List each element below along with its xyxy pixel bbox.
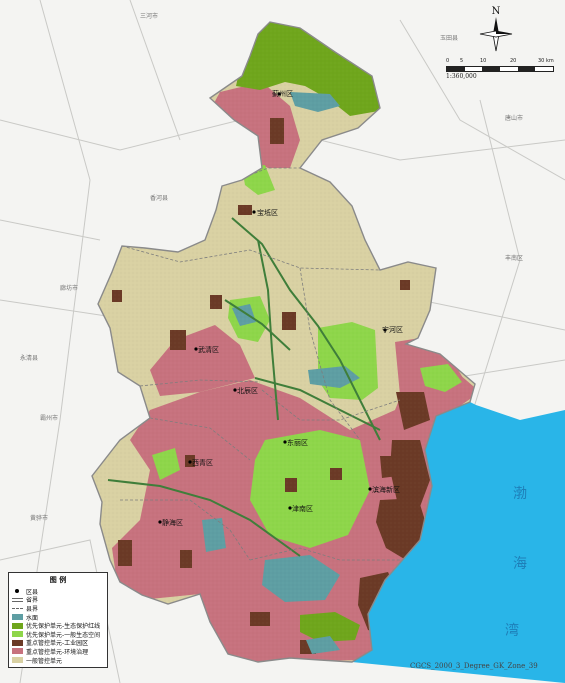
map-frame: 蓟州区 宝坻区 宁河区 武清区 北辰区 东丽区 西青区 津南区 滨海新区 静海区… (0, 0, 565, 683)
district-label-jizhou: 蓟州区 (272, 89, 293, 98)
ecological-redline-swatch (12, 622, 23, 629)
scale-ticks: 0 5 10 20 30 km (446, 58, 554, 66)
legend-item-water: 水面 (12, 613, 104, 622)
legend-title: 图 例 (49, 576, 67, 584)
scale-tick: 20 (510, 58, 517, 64)
sea-label-char-1: 渤 (513, 486, 527, 502)
scale-tick: 10 (480, 58, 487, 64)
industrial-park-swatch (12, 639, 23, 646)
general-ecological-swatch (12, 631, 23, 638)
basemap-label: 丰南区 (505, 254, 523, 262)
dashed-line-icon (12, 605, 23, 611)
legend-item-province-boundary: 省界 (12, 596, 104, 604)
basemap-label: 霸州市 (40, 414, 58, 422)
basemap-label: 唐山市 (505, 114, 523, 122)
sea-label-char-3: 湾 (505, 622, 519, 639)
district-label-beichen: 北辰区 (237, 387, 258, 395)
district-point (252, 210, 256, 214)
legend-label: 一般管控单元 (26, 657, 63, 665)
basemap-label: 廊坊市 (60, 284, 78, 292)
scale-bar: 0 5 10 20 30 km 1:360,000 (446, 58, 554, 80)
scale-tick: 5 (460, 58, 464, 64)
legend-item-ecological-redline: 优先保护单元-生态保护红线 (12, 621, 104, 630)
basemap-label: 三河市 (140, 12, 158, 20)
district-label-baodi: 宝坻区 (257, 208, 278, 217)
district-label-wuqing: 武清区 (198, 345, 219, 354)
north-letter: N (492, 6, 501, 17)
water-swatch (12, 614, 23, 621)
legend-item-industrial-park: 重点管控单元-工业园区 (12, 639, 104, 647)
legend: 图 例 区县 省界 县界 水面 优先保护单元-生态保护红线 优先保护单元-一般生… (8, 572, 108, 668)
sea-label-char-2: 海 (513, 556, 527, 572)
basemap-label: 玉田县 (440, 35, 458, 42)
scale-unit: km (546, 58, 554, 64)
district-label-jinghai: 静海区 (162, 518, 183, 527)
scale-bar-graphic (446, 66, 554, 72)
basemap-label: 香河县 (150, 194, 168, 202)
legend-item-general-ecological: 优先保护单元-一般生态空间 (12, 630, 104, 639)
scale-ratio: 1:360,000 (446, 73, 477, 80)
point-icon (12, 588, 23, 594)
general-swatch (12, 657, 23, 664)
legend-item-district: 区县 (12, 587, 104, 596)
legend-item-county-boundary: 县界 (12, 604, 104, 613)
projection-label: CGCS_2000_3_Degree_GK_Zone_39 (410, 662, 538, 670)
double-line-icon (12, 597, 23, 603)
urban-swatch (12, 648, 23, 655)
district-label-binhai: 滨海新区 (372, 485, 400, 494)
basemap-label: 永清县 (20, 354, 38, 362)
scale-tick: 0 (446, 58, 450, 64)
legend-item-general: 一般管控单元 (12, 656, 104, 665)
district-label-jinnan: 津南区 (292, 504, 313, 513)
basemap-label: 黄骅市 (30, 514, 48, 522)
district-label-ninghe: 宁河区 (382, 325, 403, 334)
district-label-xiqing: 西青区 (192, 458, 213, 467)
district-label-dongli: 东丽区 (287, 438, 308, 447)
compass-icon: N (479, 6, 513, 52)
legend-item-urban: 重点管控单元-环境治理 (12, 647, 104, 656)
scale-tick: 30 (538, 58, 545, 64)
north-arrow: N (476, 4, 516, 58)
